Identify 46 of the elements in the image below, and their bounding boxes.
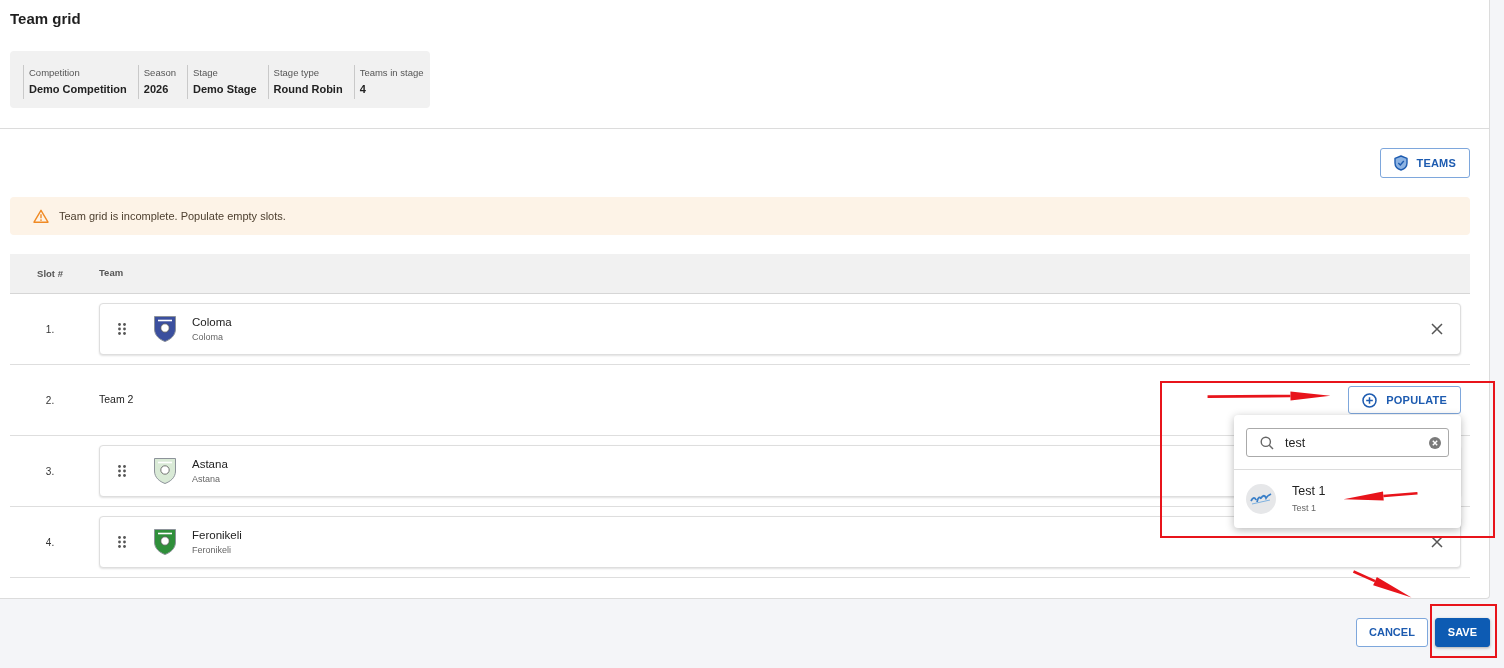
plus-circle-icon — [1362, 392, 1378, 408]
slot-number: 4. — [45, 536, 55, 548]
shield-check-icon — [1393, 155, 1408, 171]
annotation-arrow — [1351, 569, 1413, 599]
slot-number: 1. — [45, 323, 55, 335]
info-value: Round Robin — [273, 82, 343, 97]
info-value: 2026 — [143, 82, 170, 97]
slot-number: 3. — [45, 465, 55, 477]
column-header: Slot # — [37, 268, 63, 280]
team-subtitle: Astana — [192, 473, 222, 485]
populate-button[interactable]: POPULATE — [1348, 386, 1461, 414]
info-value: 4 — [359, 82, 367, 97]
team-name: Coloma — [192, 315, 232, 329]
drag-handle-icon[interactable] — [118, 536, 126, 548]
team-logo-icon — [1246, 484, 1276, 514]
result-subtitle: Test 1 — [1292, 502, 1317, 514]
close-icon[interactable] — [1431, 323, 1443, 335]
clear-icon[interactable] — [1429, 436, 1441, 449]
save-button[interactable]: SAVE — [1434, 618, 1490, 647]
team-subtitle: Feronikeli — [192, 544, 232, 556]
team-name: Feronikeli — [192, 528, 242, 542]
search-icon — [1260, 435, 1274, 450]
close-icon[interactable] — [1431, 536, 1443, 548]
info-label: Teams in stage — [359, 66, 424, 79]
empty-slot-label: Team 2 — [99, 392, 134, 408]
info-value: Demo Stage — [193, 82, 257, 97]
info-label: Season — [143, 66, 176, 79]
result-item[interactable]: Test 1 Test 1 — [1234, 470, 1461, 528]
column-header: Team — [99, 266, 124, 281]
info-label: Stage — [193, 66, 219, 79]
teams-button[interactable]: TEAMS — [1379, 148, 1470, 178]
team-subtitle: Coloma — [192, 331, 224, 343]
drag-handle-icon[interactable] — [118, 465, 126, 477]
alert-message: Team grid is incomplete. Populate empty slots. — [59, 208, 286, 224]
slot-number: 2. — [45, 394, 55, 406]
cancel-button[interactable]: CANCEL — [1356, 618, 1428, 647]
warning-icon — [33, 209, 49, 223]
info-value: Demo Competition — [29, 82, 127, 97]
page-title: Team grid — [10, 9, 82, 29]
search-field[interactable]: test — [1246, 428, 1449, 457]
highlight-box — [1430, 604, 1497, 658]
info-label: Stage type — [273, 66, 320, 79]
result-name: Test 1 — [1292, 484, 1326, 499]
info-label: Competition — [29, 66, 81, 79]
team-name: Astana — [192, 457, 228, 471]
drag-handle-icon[interactable] — [118, 323, 126, 335]
